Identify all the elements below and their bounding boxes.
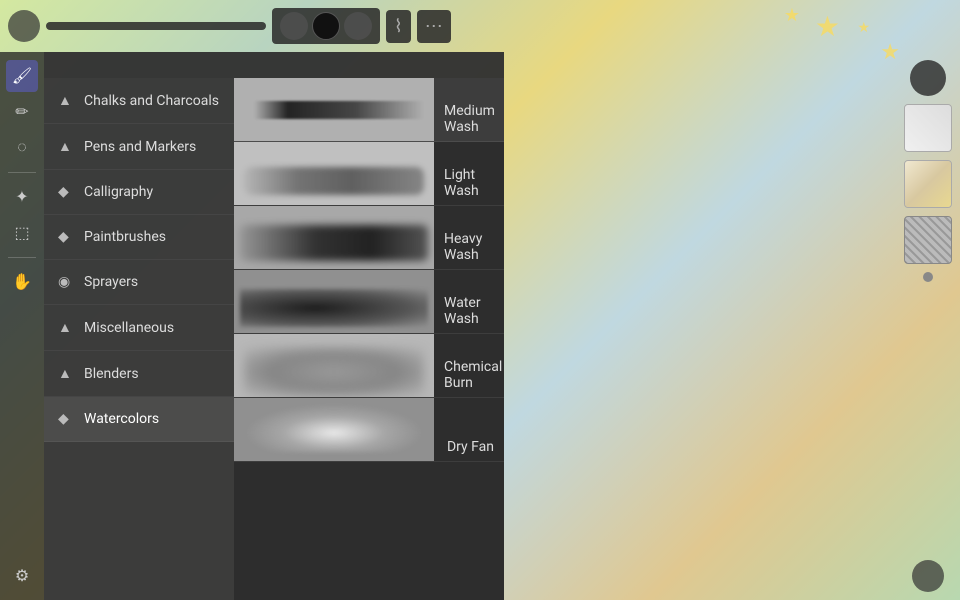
tool-paint-button[interactable]: 🖌: [6, 60, 38, 92]
toolbar-divider: [8, 172, 36, 173]
category-label: Chalks and Charcoals: [84, 93, 219, 109]
brush-preview-image: [234, 206, 434, 269]
category-label: Blenders: [84, 366, 139, 382]
tool-pencil-button[interactable]: ✏: [6, 96, 38, 128]
brush-preview-image: [234, 334, 434, 397]
tool-settings-button[interactable]: ⚙: [6, 560, 38, 592]
brush-item-medium-wash[interactable]: Medium Wash: [234, 78, 504, 142]
brush-item-label: Water Wash: [434, 270, 504, 333]
canvas-blank: [905, 105, 951, 151]
category-label: Paintbrushes: [84, 229, 166, 245]
add-canvas-button[interactable]: [910, 60, 946, 96]
brush-dot-preview: [312, 12, 340, 40]
brush-panel: ▲ Chalks and Charcoals ▲ Pens and Markers ◆ C…: [44, 52, 504, 600]
category-item-miscellaneous[interactable]: ▲ Miscellaneous: [44, 305, 234, 351]
brush-item-label: Heavy Wash: [434, 206, 504, 269]
brush-preview-heavy-wash: [234, 206, 434, 269]
brush-preview-water-wash: [234, 270, 434, 333]
tool-transform-button[interactable]: ✦: [6, 181, 38, 213]
tool-erase-button[interactable]: ◌: [6, 132, 38, 164]
brush-item-chemical-burn[interactable]: Chemical Burn: [234, 334, 504, 398]
brush-size-value: [280, 12, 308, 40]
category-label: Miscellaneous: [84, 320, 174, 336]
left-toolbar: 🖌 ✏ ◌ ✦ ⬚ ✋ ⚙: [0, 52, 44, 600]
brush-preview-dry-fan: [234, 398, 434, 461]
category-icon: ▲: [58, 92, 74, 109]
category-icon: ◉: [58, 274, 74, 290]
brush-item-light-wash[interactable]: Light Wash: [234, 142, 504, 206]
category-label: Pens and Markers: [84, 139, 196, 155]
brush-panel-body: ▲ Chalks and Charcoals ▲ Pens and Markers ◆ C…: [44, 78, 504, 600]
category-icon: ◆: [58, 229, 74, 245]
undo-bottom-button[interactable]: [912, 560, 944, 592]
undo-button[interactable]: [8, 10, 40, 42]
tool-gesture-button[interactable]: ✋: [6, 266, 38, 298]
category-icon: ◆: [58, 411, 74, 427]
more-options-button[interactable]: ⋯: [417, 10, 451, 43]
brush-controls: [272, 8, 380, 44]
opacity-value: [344, 12, 372, 40]
category-item-blenders[interactable]: ▲ Blenders: [44, 351, 234, 397]
brush-preview-medium-wash: [234, 78, 434, 141]
smudge-tool-button[interactable]: ⌇: [386, 10, 411, 43]
brush-list: Medium Wash Light Wash Heavy Wash Water …: [234, 78, 504, 600]
canvas-art: [905, 161, 951, 207]
top-bar-left: ⌇ ⋯: [0, 8, 451, 44]
category-item-sprayers[interactable]: ◉ Sprayers: [44, 260, 234, 305]
toolbar-divider: [8, 257, 36, 258]
category-item-watercolors[interactable]: ◆ Watercolors: [44, 397, 234, 442]
brush-item-label: Medium Wash: [434, 78, 504, 141]
tool-select-button[interactable]: ⬚: [6, 217, 38, 249]
category-icon: ▲: [58, 365, 74, 382]
canvas-thumbnail-2[interactable]: [904, 160, 952, 208]
brush-preview-light-wash: [234, 142, 434, 205]
brush-preview-chemical-burn: [234, 334, 434, 397]
brush-item-dry-fan[interactable]: Dry Fan: [234, 398, 504, 462]
brush-item-label: Light Wash: [434, 142, 504, 205]
canvas-thumbnail-1[interactable]: [904, 104, 952, 152]
texture-thumbnail[interactable]: [904, 216, 952, 264]
category-item-paintbrushes[interactable]: ◆ Paintbrushes: [44, 215, 234, 260]
category-icon: ▲: [58, 138, 74, 155]
brush-panel-header: [44, 52, 504, 78]
brush-item-heavy-wash[interactable]: Heavy Wash: [234, 206, 504, 270]
brush-settings-button[interactable]: [466, 62, 474, 70]
brush-item-water-wash[interactable]: Water Wash: [234, 270, 504, 334]
brush-panel-actions: [466, 62, 490, 70]
category-label: Calligraphy: [84, 184, 153, 200]
panel-dot-indicator: [923, 272, 933, 282]
category-item-chalks[interactable]: ▲ Chalks and Charcoals: [44, 78, 234, 124]
top-bar: ⌇ ⋯: [0, 0, 960, 52]
brush-preview-image: [234, 398, 434, 461]
category-item-pens[interactable]: ▲ Pens and Markers: [44, 124, 234, 170]
right-panel: [896, 52, 960, 600]
brush-name-pill: [46, 22, 266, 30]
brush-preview-image: [234, 78, 434, 141]
category-list: ▲ Chalks and Charcoals ▲ Pens and Markers ◆ C…: [44, 78, 234, 600]
brush-preview-image: [234, 270, 434, 333]
category-icon: ◆: [58, 184, 74, 200]
brush-more-button[interactable]: [482, 62, 490, 70]
brush-item-label: Dry Fan: [434, 398, 504, 461]
brush-item-label: Chemical Burn: [434, 334, 504, 397]
category-label: Watercolors: [84, 411, 159, 427]
category-label: Sprayers: [84, 274, 138, 290]
category-icon: ▲: [58, 319, 74, 336]
brush-preview-image: [234, 142, 434, 205]
category-item-calligraphy[interactable]: ◆ Calligraphy: [44, 170, 234, 215]
